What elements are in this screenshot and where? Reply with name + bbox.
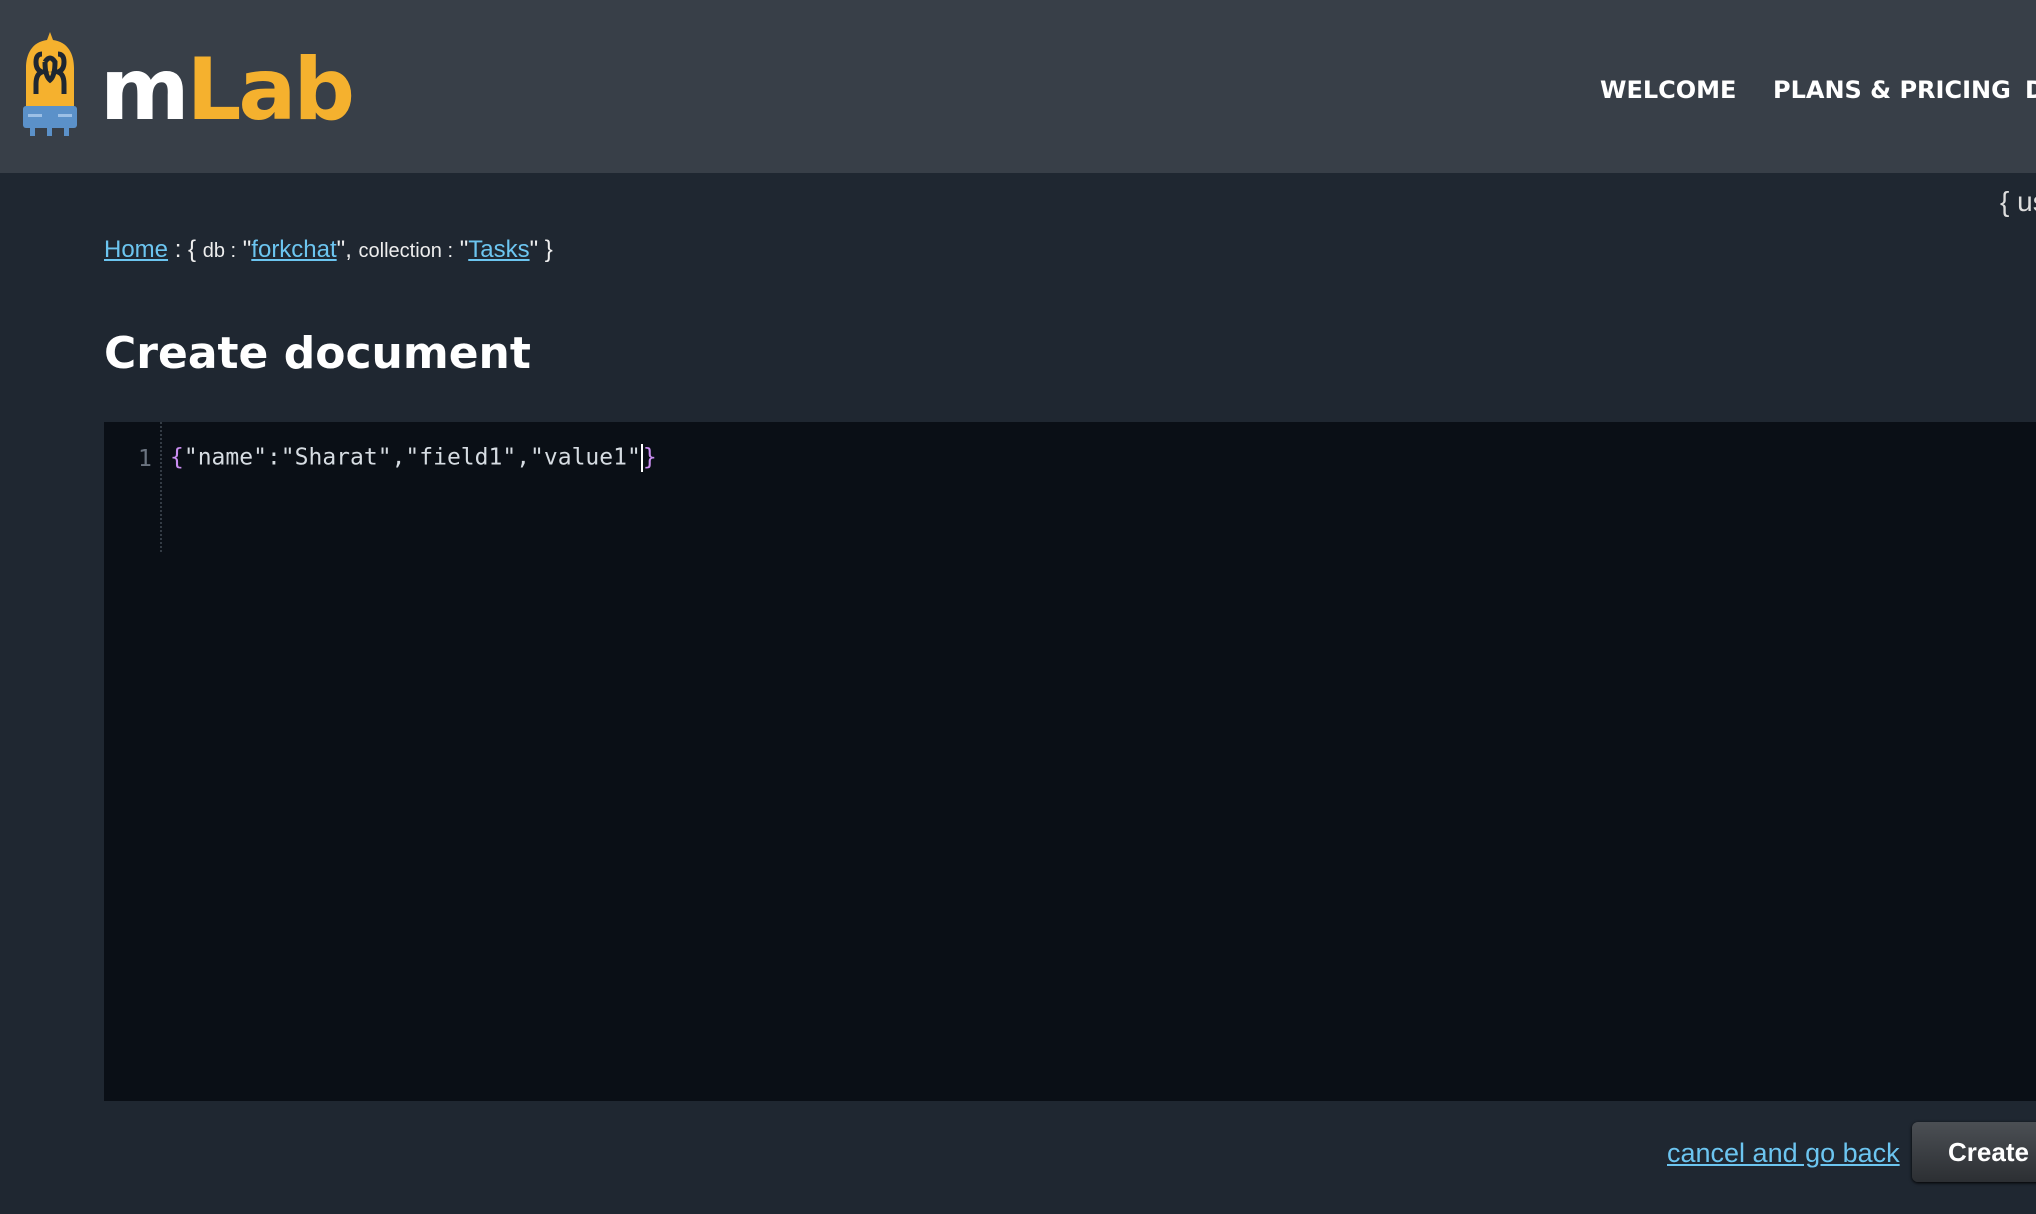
create-button[interactable]: Create and go back xyxy=(1912,1122,2036,1182)
gutter-divider xyxy=(160,422,162,552)
page-title: Create document xyxy=(104,328,531,379)
user-info[interactable]: { us xyxy=(2000,186,2036,218)
nav-docs[interactable]: D xyxy=(2025,76,2036,104)
cancel-link[interactable]: cancel and go back xyxy=(1667,1138,1900,1169)
top-header: mLab WELCOME PLANS & PRICING D xyxy=(0,0,2036,173)
breadcrumb: Home : { db : "forkchat", collection : "… xyxy=(104,236,553,263)
nav-welcome[interactable]: WELCOME xyxy=(1600,76,1736,104)
breadcrumb-home-link[interactable]: Home xyxy=(104,236,168,263)
mlab-logo-icon[interactable] xyxy=(20,32,80,140)
editor-line[interactable]: {"name":"Sharat","field1","value1"} xyxy=(170,444,657,472)
breadcrumb-collection-link[interactable]: Tasks xyxy=(468,236,529,263)
line-number: 1 xyxy=(138,446,152,472)
json-editor[interactable]: 1 {"name":"Sharat","field1","value1"} xyxy=(104,422,2036,1101)
mlab-logo-text[interactable]: mLab xyxy=(100,40,355,140)
breadcrumb-db-link[interactable]: forkchat xyxy=(251,236,336,263)
nav-plans-pricing[interactable]: PLANS & PRICING xyxy=(1773,76,2011,104)
